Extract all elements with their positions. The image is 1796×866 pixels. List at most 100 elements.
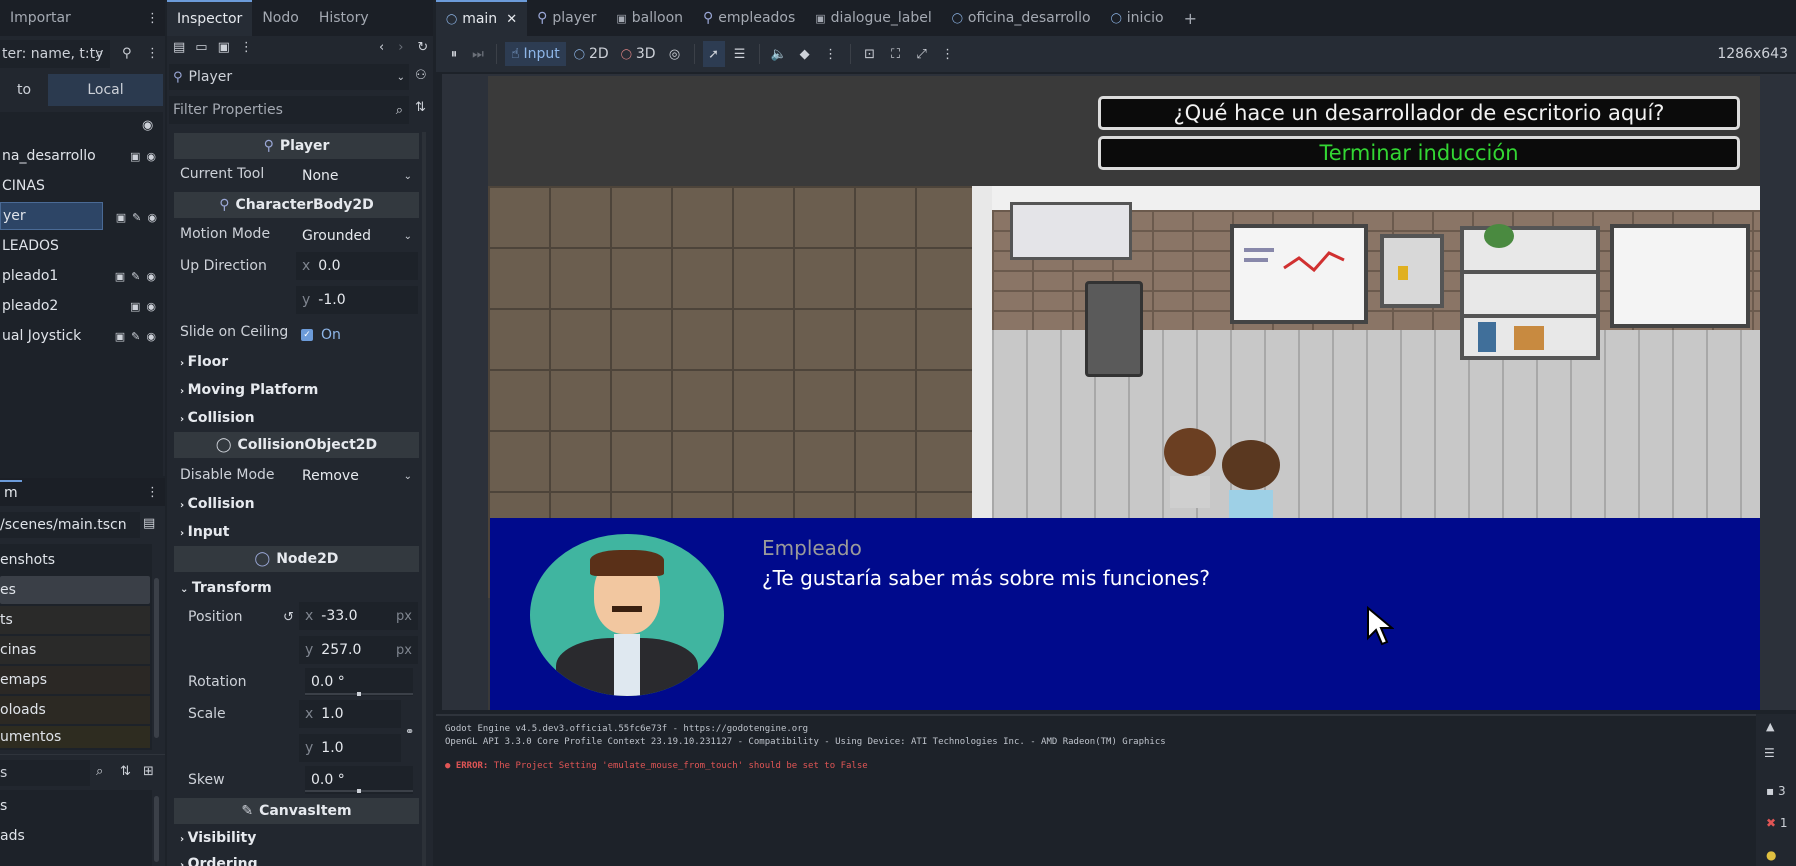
eye-icon[interactable]: ◉: [146, 150, 156, 163]
folder-item-selected[interactable]: es: [0, 576, 150, 604]
motion-mode-dropdown[interactable]: Grounded ⌄: [296, 222, 418, 250]
mode-remote-tab[interactable]: to: [0, 74, 48, 106]
menu-dots-icon[interactable]: ⋮: [146, 11, 159, 26]
tab-inicio[interactable]: ◯ inicio: [1101, 0, 1174, 36]
dialogue-balloon[interactable]: Empleado ¿Te gustaría saber más sobre mi…: [490, 518, 1760, 710]
warning-count[interactable]: ▪ 3: [1766, 784, 1786, 798]
grid-view-icon[interactable]: ⊞: [143, 764, 154, 779]
slider-grabber[interactable]: [357, 789, 361, 793]
mode-local-tab[interactable]: Local: [48, 74, 163, 106]
scrollbar[interactable]: [422, 132, 426, 866]
error-count[interactable]: ✖ 1: [1766, 816, 1788, 830]
add-tab-button[interactable]: +: [1174, 0, 1207, 36]
open-folder-icon[interactable]: ▭: [195, 40, 207, 55]
group-floor[interactable]: › Floor: [180, 354, 228, 370]
eye-icon[interactable]: ◉: [142, 118, 153, 133]
group-collision[interactable]: › Collision: [180, 410, 255, 426]
tab-empleados[interactable]: ⚲ empleados: [693, 0, 805, 36]
disable-mode-dropdown[interactable]: Remove ⌄: [296, 462, 418, 490]
folder-item[interactable]: cinas: [0, 636, 150, 664]
pause-icon[interactable]: ⏸: [444, 47, 464, 62]
tab-main[interactable]: ◯ main ✕: [436, 0, 528, 36]
game-viewport[interactable]: ¿Qué hace un desarrollador de escritorio…: [488, 76, 1760, 710]
tab-dialogue-label[interactable]: ▣ dialogue_label: [805, 0, 941, 36]
tab-history[interactable]: History: [309, 0, 379, 36]
tab-player[interactable]: ⚲ player: [527, 0, 606, 36]
script-icon[interactable]: ✎: [131, 270, 140, 283]
folder-item[interactable]: ts: [0, 606, 150, 634]
eye-icon[interactable]: ◉: [146, 330, 156, 343]
filter-icon[interactable]: ☰: [1764, 746, 1775, 760]
speaker-icon[interactable]: 🔈: [768, 47, 790, 62]
tree-node[interactable]: pleado1 ▣ ✎ ◉: [0, 262, 160, 290]
file-item[interactable]: ads: [0, 822, 150, 850]
eye-icon[interactable]: ◉: [146, 300, 156, 313]
warning-icon[interactable]: ●: [1766, 848, 1776, 862]
path-field[interactable]: /scenes/main.tscn: [0, 512, 140, 538]
menu-dots-icon[interactable]: ⋮: [820, 47, 842, 62]
expand-icon[interactable]: ⤢: [911, 47, 933, 62]
menu-dots-icon[interactable]: ⋮: [937, 47, 959, 62]
camera-icon[interactable]: ◆: [794, 47, 816, 62]
section-player[interactable]: ⚲ Player: [174, 133, 419, 159]
group-transform[interactable]: ⌄ Transform: [180, 580, 272, 596]
menu-dots-icon[interactable]: ⋮: [146, 485, 159, 500]
script-icon[interactable]: ✎: [131, 330, 140, 343]
tab-filesystem[interactable]: m: [0, 480, 22, 504]
file-item[interactable]: s: [0, 792, 150, 820]
visibility-icon[interactable]: ◎: [664, 47, 686, 62]
tab-importar[interactable]: Importar: [0, 0, 81, 36]
tab-balloon[interactable]: ▣ balloon: [606, 0, 693, 36]
scale-x-field[interactable]: x 1.0: [299, 700, 401, 728]
tree-node-selected[interactable]: yer: [0, 202, 103, 230]
mode-2d-button[interactable]: ◯ 2D: [570, 42, 613, 66]
script-icon[interactable]: ✎: [132, 211, 141, 224]
film-icon[interactable]: ▣: [115, 270, 125, 283]
menu-dots-icon[interactable]: ⋮: [240, 40, 253, 55]
film-icon[interactable]: ▣: [116, 211, 126, 224]
link-icon[interactable]: ⚭: [405, 725, 414, 738]
tab-nodo[interactable]: Nodo: [252, 0, 309, 36]
group-moving-platform[interactable]: › Moving Platform: [180, 382, 318, 398]
film-icon[interactable]: ▣: [115, 330, 125, 343]
eye-icon[interactable]: ◉: [147, 211, 157, 224]
filter-properties-input[interactable]: Filter Properties ⌕: [169, 96, 409, 124]
up-direction-y-field[interactable]: y -1.0: [296, 286, 418, 314]
filter-options-icon[interactable]: ⇅: [415, 100, 426, 115]
tree-node[interactable]: LEADOS: [0, 232, 160, 260]
group-ordering[interactable]: › Ordering: [180, 856, 258, 866]
slide-on-ceiling-checkbox[interactable]: ✓ On: [301, 327, 341, 343]
file-filter-input[interactable]: s: [0, 760, 90, 786]
position-y-field[interactable]: y 257.0 px: [299, 636, 418, 664]
dialogue-option-1[interactable]: ¿Qué hace un desarrollador de escritorio…: [1098, 96, 1740, 130]
film-icon[interactable]: ▣: [130, 300, 140, 313]
tree-node[interactable]: pleado2 ▣ ◉: [0, 292, 160, 320]
select-arrow-icon[interactable]: ➚: [702, 41, 725, 67]
lock-icon[interactable]: ▲: [1766, 720, 1774, 733]
folder-item[interactable]: emaps: [0, 666, 150, 694]
section-canvasitem[interactable]: ✎ CanvasItem: [174, 798, 419, 824]
chevron-right-icon[interactable]: ›: [398, 40, 403, 55]
list-select-icon[interactable]: ☰: [729, 47, 751, 62]
eye-icon[interactable]: ◉: [146, 270, 156, 283]
filter-icon[interactable]: ⚲: [122, 46, 132, 61]
dialogue-option-2[interactable]: Terminar inducción: [1098, 136, 1740, 170]
tab-inspector[interactable]: Inspector: [167, 0, 253, 36]
fit-icon[interactable]: ⊡: [859, 47, 881, 62]
sort-icon[interactable]: ⇅: [120, 764, 131, 779]
tree-node[interactable]: ual Joystick ▣ ✎ ◉: [0, 322, 160, 350]
history-icon[interactable]: ↻: [417, 40, 428, 55]
film-icon[interactable]: ▣: [130, 150, 140, 163]
new-resource-icon[interactable]: ▤: [173, 40, 185, 55]
folder-item[interactable]: enshots: [0, 546, 150, 574]
up-direction-x-field[interactable]: x 0.0: [296, 252, 418, 280]
object-selector[interactable]: ⚲ Player ⌄: [169, 64, 409, 90]
tree-node[interactable]: na_desarrollo ▣ ◉: [0, 142, 160, 170]
group-collision[interactable]: › Collision: [180, 496, 255, 512]
section-collisionobject[interactable]: ◯ CollisionObject2D: [174, 432, 419, 458]
group-visibility[interactable]: › Visibility: [180, 830, 256, 846]
folder-item[interactable]: umentos: [0, 726, 150, 748]
tree-node[interactable]: CINAS: [0, 172, 160, 200]
split-view-icon[interactable]: ▤: [143, 516, 155, 531]
chevron-left-icon[interactable]: ‹: [379, 40, 384, 55]
